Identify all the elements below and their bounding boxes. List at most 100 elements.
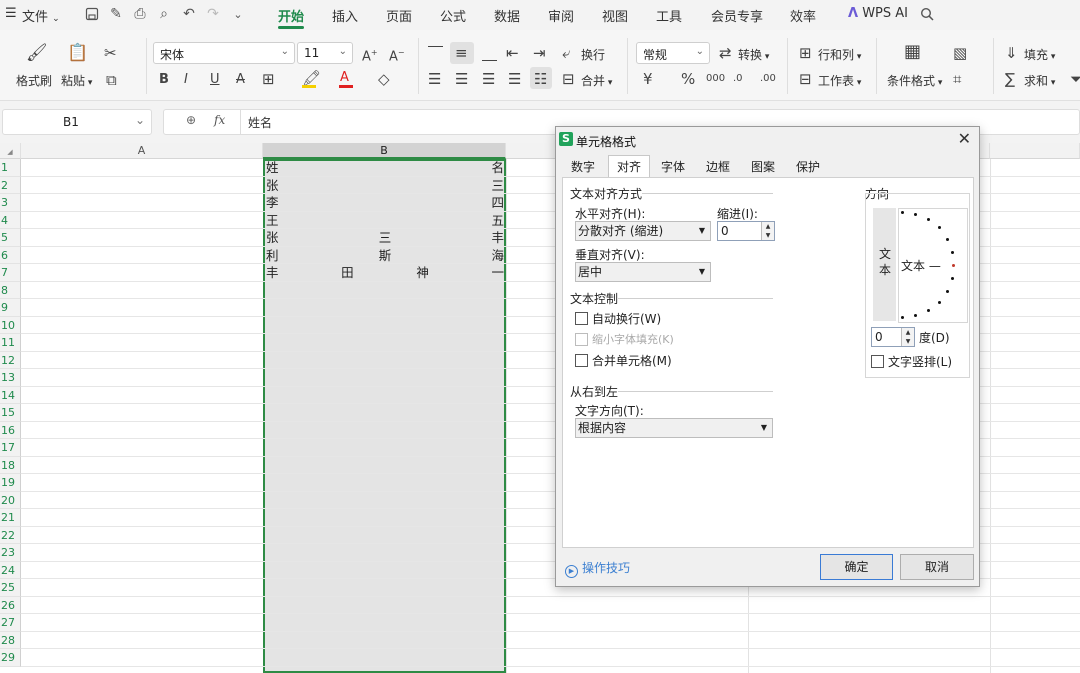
hamburger-icon[interactable]: ☰ xyxy=(5,6,17,21)
merge-icon[interactable]: ⊟ xyxy=(562,70,575,88)
more-chevron-icon[interactable]: ⌄ xyxy=(229,5,247,23)
decrease-decimal-icon[interactable]: .00 xyxy=(760,70,776,88)
sum-icon[interactable]: ∑ xyxy=(1005,70,1015,88)
file-menu[interactable]: 文件 ⌄ xyxy=(22,6,60,25)
conditional-format-button[interactable]: 条件格式 ▾ xyxy=(887,72,942,89)
row-header[interactable]: 12 xyxy=(0,351,21,369)
row-header[interactable]: 28 xyxy=(0,631,21,649)
wrap-button[interactable]: 换行 xyxy=(581,46,605,63)
paste-button[interactable]: 粘贴 ▾ xyxy=(61,72,92,89)
align-left-icon[interactable]: ☰ xyxy=(428,70,441,88)
align-middle-icon[interactable]: ≡ xyxy=(455,44,468,62)
stacked-text-label[interactable]: 文字竖排(L) xyxy=(888,353,952,370)
row-header[interactable]: 29 xyxy=(0,649,21,667)
indent-spinner[interactable]: 0 ▲ ▼ xyxy=(717,221,775,241)
percent-icon[interactable]: % xyxy=(681,70,695,88)
column-header-e[interactable] xyxy=(990,143,1080,159)
row-col-icon[interactable]: ⊞ xyxy=(799,44,812,62)
sum-button[interactable]: 求和 ▾ xyxy=(1024,72,1055,89)
row-header[interactable]: 15 xyxy=(0,404,21,422)
worksheet-button[interactable]: 工作表 ▾ xyxy=(818,72,861,89)
tab-member[interactable]: 会员专享 xyxy=(711,6,763,25)
row-header[interactable]: 10 xyxy=(0,316,21,334)
row-header[interactable]: 3 xyxy=(0,194,21,212)
row-header[interactable]: 17 xyxy=(0,439,21,457)
currency-icon[interactable]: ¥ xyxy=(643,70,653,88)
vertical-text-preview[interactable]: 文本 xyxy=(873,208,896,321)
fill-icon[interactable]: ⇓ xyxy=(1005,44,1018,62)
horizontal-align-select[interactable]: 分散对齐 (缩进) ▼ xyxy=(575,221,711,241)
row-header[interactable]: 22 xyxy=(0,526,21,544)
format-painter-icon[interactable]: 🖌 xyxy=(26,44,48,62)
font-name-select[interactable]: 宋体 ⌄ xyxy=(153,42,295,64)
tab-page[interactable]: 页面 xyxy=(386,6,412,25)
column-header-a[interactable]: A xyxy=(21,143,263,159)
cell-b3[interactable]: 李四 xyxy=(266,194,504,211)
font-size-select[interactable]: 11 ⌄ xyxy=(297,42,353,64)
column-header-b[interactable]: B xyxy=(263,143,506,159)
ok-button[interactable]: 确定 xyxy=(820,554,893,580)
search-icon[interactable] xyxy=(918,5,936,23)
increase-decimal-icon[interactable]: .0 xyxy=(733,70,743,88)
conditional-format-icon[interactable]: ▦ xyxy=(904,43,921,61)
cell-b7[interactable]: 丰田神一 xyxy=(266,264,504,281)
merge-button[interactable]: 合并 ▾ xyxy=(581,72,612,89)
row-header[interactable]: 9 xyxy=(0,299,21,317)
strikethrough-icon[interactable]: A xyxy=(236,71,245,89)
cell-b1[interactable]: 姓名 xyxy=(266,159,504,176)
row-header[interactable]: 6 xyxy=(0,246,21,264)
cut-icon[interactable]: ✂ xyxy=(104,44,117,62)
row-header[interactable]: 16 xyxy=(0,421,21,439)
tab-protection[interactable]: 保护 xyxy=(791,157,825,177)
select-all-corner[interactable]: ◢ xyxy=(0,143,21,159)
fx-icon[interactable]: fx xyxy=(214,113,225,127)
wps-ai-button[interactable]: ᐱ WPS AI xyxy=(848,6,908,21)
row-header[interactable]: 5 xyxy=(0,229,21,247)
spinner-arrows-icon[interactable]: ▲ ▼ xyxy=(761,222,774,240)
format-painter-button[interactable]: 格式刷 xyxy=(16,72,52,89)
row-header[interactable]: 11 xyxy=(0,334,21,352)
crop-icon[interactable]: ⌗ xyxy=(953,70,961,88)
row-col-button[interactable]: 行和列 ▾ xyxy=(818,46,861,63)
row-header[interactable]: 2 xyxy=(0,176,21,194)
number-format-select[interactable]: 常规 ⌄ xyxy=(636,42,710,64)
stacked-text-checkbox[interactable] xyxy=(871,355,884,368)
cell-style-icon[interactable]: ▧ xyxy=(953,44,967,62)
row-header[interactable]: 21 xyxy=(0,509,21,527)
justify-icon[interactable]: ☰ xyxy=(508,70,521,88)
row-header[interactable]: 20 xyxy=(0,491,21,509)
print-preview-icon[interactable]: ⌕ xyxy=(155,5,173,23)
dial-indicator[interactable] xyxy=(952,264,955,267)
tab-home[interactable]: 开始 xyxy=(278,6,304,25)
distributed-align-icon[interactable]: ☷ xyxy=(534,70,547,88)
cell-b2[interactable]: 张三 xyxy=(266,177,504,194)
tab-formula[interactable]: 公式 xyxy=(440,6,466,25)
row-header[interactable]: 18 xyxy=(0,456,21,474)
row-header[interactable]: 23 xyxy=(0,544,21,562)
zoom-icon[interactable]: ⊕ xyxy=(186,113,196,127)
name-box[interactable]: B1 ⌄ xyxy=(2,109,152,135)
merge-cells-checkbox[interactable] xyxy=(575,354,588,367)
tab-number[interactable]: 数字 xyxy=(566,157,600,177)
align-center-icon[interactable]: ☰ xyxy=(455,70,468,88)
tab-data[interactable]: 数据 xyxy=(494,6,520,25)
row-header[interactable]: 19 xyxy=(0,474,21,492)
decrease-font-icon[interactable]: A− xyxy=(389,44,405,66)
increase-font-icon[interactable]: A+ xyxy=(362,44,378,66)
degree-spinner[interactable]: 0 ▲ ▼ xyxy=(871,327,915,347)
row-header[interactable]: 4 xyxy=(0,211,21,229)
text-direction-select[interactable]: 根据内容 ▼ xyxy=(575,418,773,438)
tips-link[interactable]: ▶ 操作技巧 xyxy=(565,559,630,578)
cell-b4[interactable]: 王五 xyxy=(266,212,504,229)
thousands-icon[interactable]: 000 xyxy=(706,70,725,88)
clear-icon[interactable]: ◇ xyxy=(378,70,390,88)
convert-button[interactable]: 转换 ▾ xyxy=(738,46,769,63)
row-header[interactable]: 8 xyxy=(0,281,21,299)
undo-icon[interactable]: ↶ xyxy=(180,5,198,23)
increase-indent-icon[interactable]: ⇥ xyxy=(533,44,546,62)
save-icon[interactable] xyxy=(83,5,101,23)
print-icon[interactable]: ⎙ xyxy=(131,5,149,23)
convert-icon[interactable]: ⇄ xyxy=(719,44,732,62)
redo-icon[interactable]: ↷ xyxy=(204,5,222,23)
row-header[interactable]: 14 xyxy=(0,386,21,404)
